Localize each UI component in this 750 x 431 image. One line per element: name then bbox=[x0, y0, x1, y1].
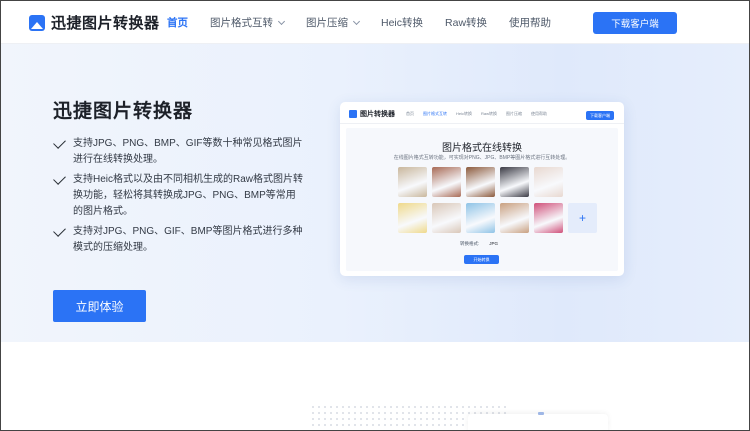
preview-thumbnail bbox=[432, 167, 461, 197]
try-now-button[interactable]: 立即体验 bbox=[53, 290, 146, 322]
preview-format-select: 转换格式: JPG bbox=[460, 241, 499, 246]
nav-raw[interactable]: Raw转换 bbox=[445, 15, 487, 30]
feature-item: 支持对JPG、PNG、GIF、BMP等图片格式进行多种模式的压缩处理。 bbox=[53, 224, 303, 256]
main-nav: 首页 图片格式互转 图片压缩 Heic转换 Raw转换 使用帮助 bbox=[167, 15, 573, 30]
preview-header: 图片转换器 首页 图片格式互转 Heic转换 Raw转换 图片压缩 使用帮助 下… bbox=[340, 102, 624, 124]
preview-thumbnail bbox=[500, 203, 529, 233]
preview-download-button: 下载客户端 bbox=[586, 111, 614, 120]
nav-compress[interactable]: 图片压缩 bbox=[306, 15, 361, 30]
preview-subtitle: 在线图片格式互转功能，可实现对PNG、JPG、BMP等图片格式进行互转处理。 bbox=[393, 155, 571, 161]
feature-item: 支持Heic格式以及由不同相机生成的Raw格式图片转换功能，轻松将其转换成JPG… bbox=[53, 172, 303, 220]
check-icon bbox=[53, 172, 66, 185]
preview-nav: 首页 图片格式互转 Heic转换 Raw转换 图片压缩 使用帮助 bbox=[406, 111, 548, 116]
preview-thumbnail bbox=[398, 203, 427, 233]
preview-title: 图片格式在线转换 bbox=[442, 143, 522, 154]
logo-icon bbox=[29, 14, 45, 31]
logo-icon bbox=[349, 110, 357, 118]
preview-thumbnail bbox=[432, 203, 461, 233]
preview-thumbnail bbox=[500, 167, 529, 197]
nav-format-convert[interactable]: 图片格式互转 bbox=[210, 15, 286, 30]
preview-thumbnail bbox=[534, 203, 563, 233]
app-preview-image: 图片转换器 首页 图片格式互转 Heic转换 Raw转换 图片压缩 使用帮助 下… bbox=[340, 102, 624, 276]
preview-thumbnail bbox=[466, 167, 495, 197]
logo-text: 迅捷图片转换器 bbox=[51, 15, 160, 32]
check-icon bbox=[53, 136, 66, 149]
preview-start-button: 开始转换 bbox=[464, 255, 499, 264]
preview-logo: 图片转换器 bbox=[349, 109, 395, 119]
chevron-down-icon bbox=[277, 17, 286, 25]
card-peek bbox=[468, 414, 608, 431]
feature-item: 支持JPG、PNG、BMP、GIF等数十种常见格式图片进行在线转换处理。 bbox=[53, 136, 303, 168]
nav-heic[interactable]: Heic转换 bbox=[381, 15, 423, 30]
top-navbar: 迅捷图片转换器 首页 图片格式互转 图片压缩 Heic转换 Raw转换 使用帮助… bbox=[0, 0, 750, 44]
preview-body: 图片格式在线转换 在线图片格式互转功能，可实现对PNG、JPG、BMP等图片格式… bbox=[346, 128, 618, 271]
lower-section bbox=[0, 342, 750, 431]
add-image-icon: + bbox=[568, 203, 597, 233]
chevron-down-icon bbox=[352, 17, 361, 25]
nav-help[interactable]: 使用帮助 bbox=[509, 15, 551, 30]
site-logo[interactable]: 迅捷图片转换器 bbox=[29, 12, 160, 33]
card-chip bbox=[538, 412, 544, 415]
preview-thumbnail bbox=[466, 203, 495, 233]
hero-title: 迅捷图片转换器 bbox=[53, 101, 194, 122]
nav-home[interactable]: 首页 bbox=[167, 15, 188, 30]
feature-list: 支持JPG、PNG、BMP、GIF等数十种常见格式图片进行在线转换处理。 支持H… bbox=[53, 136, 303, 260]
preview-thumbnail bbox=[398, 167, 427, 197]
preview-thumbnail bbox=[534, 167, 563, 197]
check-icon bbox=[53, 224, 66, 237]
download-client-button[interactable]: 下载客户端 bbox=[593, 12, 677, 34]
